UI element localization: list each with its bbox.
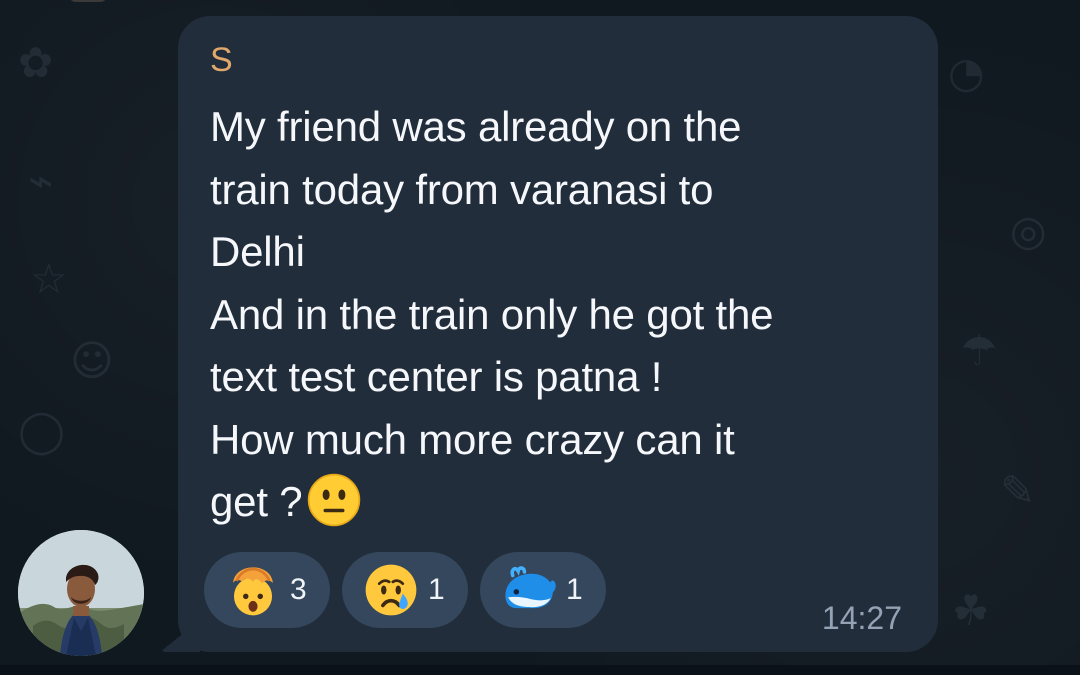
crying-face-emoji-icon xyxy=(365,564,417,616)
reaction-crying-face[interactable]: 1 xyxy=(342,552,468,628)
message-text-container: My friend was already on the train today… xyxy=(210,96,920,534)
doodle-pattern: ☺ xyxy=(70,336,114,385)
reaction-count: 1 xyxy=(428,573,445,606)
message-bubble[interactable]: S My friend was already on the train tod… xyxy=(178,16,938,652)
previous-avatar-edge xyxy=(68,0,108,2)
doodle-pattern: ☘ xyxy=(952,586,990,635)
exploding-head-emoji-icon xyxy=(233,567,273,616)
neutral-face-icon xyxy=(308,473,361,527)
reaction-count: 3 xyxy=(290,573,307,606)
doodle-pattern: ☆ xyxy=(30,254,68,303)
sender-name[interactable]: S xyxy=(210,40,233,80)
doodle-pattern: ◔ xyxy=(948,48,985,97)
avatar-photo xyxy=(18,530,144,656)
doodle-pattern: ✎ xyxy=(1000,466,1036,515)
doodle-pattern: ⌁ xyxy=(28,156,54,205)
doodle-pattern: ◯ xyxy=(18,406,66,455)
message-time: 14:27 xyxy=(821,600,902,636)
doodle-pattern: ◎ xyxy=(1010,206,1047,255)
sender-avatar[interactable] xyxy=(18,530,144,656)
message-text: My friend was already on the train today… xyxy=(210,103,774,525)
chat-bottom-edge xyxy=(0,665,1080,675)
doodle-pattern: ✿ xyxy=(18,38,54,87)
spouting-whale-emoji-icon xyxy=(505,566,556,609)
reaction-spouting-whale[interactable]: 1 xyxy=(480,552,606,628)
doodle-pattern: ☂ xyxy=(960,326,998,375)
reaction-list: 3 1 1 xyxy=(204,552,606,628)
reaction-exploding-head[interactable]: 3 xyxy=(204,552,330,628)
reaction-count: 1 xyxy=(566,573,583,606)
